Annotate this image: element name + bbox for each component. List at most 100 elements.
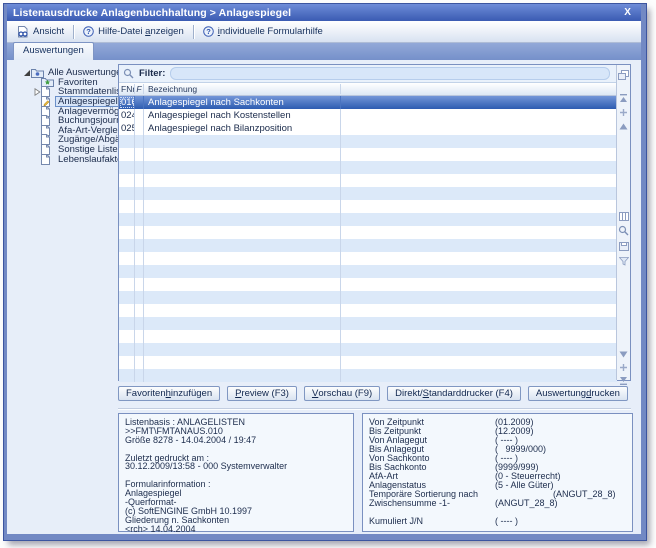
view-icon bbox=[17, 26, 29, 38]
list-info-panel: Listenbasis : ANLAGELISTEN>>FMT\FMTANAUS… bbox=[118, 413, 354, 532]
scroll-bottom-icon[interactable] bbox=[618, 375, 629, 386]
cell-bezeichnung bbox=[144, 252, 341, 265]
cell-fnr bbox=[119, 135, 135, 148]
scroll-top-icon[interactable] bbox=[618, 93, 629, 104]
cell-f bbox=[135, 200, 144, 213]
cell-fnr bbox=[119, 161, 135, 174]
empty-row[interactable] bbox=[119, 265, 617, 278]
cell-fnr bbox=[119, 278, 135, 291]
magnifier-icon[interactable] bbox=[618, 225, 629, 236]
plus-icon[interactable] bbox=[618, 362, 629, 373]
tab-auswertungen[interactable]: Auswertungen bbox=[13, 42, 94, 60]
table-row[interactable]: 024 Anlagespiegel nach Kostenstellen bbox=[119, 109, 617, 122]
empty-row[interactable] bbox=[119, 369, 617, 382]
cell-bezeichnung bbox=[144, 200, 341, 213]
parameter-row: Kumuliert J/N( ---- ) bbox=[369, 517, 626, 526]
grid-side-strip bbox=[616, 65, 630, 380]
column-header-fnr[interactable]: FNr bbox=[119, 84, 135, 94]
cell-fnr bbox=[119, 174, 135, 187]
preview-f3--button[interactable]: Preview (F3) bbox=[227, 386, 297, 401]
empty-row[interactable] bbox=[119, 213, 617, 226]
cell-fnr: 025 bbox=[119, 122, 135, 135]
cell-bezeichnung bbox=[144, 291, 341, 304]
parameter-value: (5 - Alle Güter) bbox=[495, 481, 554, 490]
empty-row[interactable] bbox=[119, 161, 617, 174]
table-row[interactable]: 025 Anlagespiegel nach Bilanzposition bbox=[119, 122, 617, 135]
cell-bezeichnung bbox=[144, 330, 341, 343]
empty-row[interactable] bbox=[119, 317, 617, 330]
plus-icon[interactable] bbox=[618, 107, 629, 118]
cell-f bbox=[135, 161, 144, 174]
empty-row[interactable] bbox=[119, 239, 617, 252]
empty-row[interactable] bbox=[119, 291, 617, 304]
save-icon[interactable] bbox=[618, 241, 629, 252]
column-header-f[interactable]: F bbox=[135, 84, 144, 94]
filter-label: Filter: bbox=[139, 68, 165, 79]
cell-bezeichnung: Anlagespiegel nach Bilanzposition bbox=[144, 122, 341, 135]
empty-row[interactable] bbox=[119, 200, 617, 213]
toolbar-button-individuelle-formularhilfe[interactable]: ?individuelle Formularhilfe bbox=[197, 24, 329, 39]
table-row[interactable]: 010 Anlagespiegel nach Sachkonten bbox=[119, 96, 617, 109]
empty-row[interactable] bbox=[119, 343, 617, 356]
cell-fnr: 010 bbox=[119, 96, 135, 109]
empty-row[interactable] bbox=[119, 330, 617, 343]
folder-settings-icon bbox=[31, 68, 44, 78]
cell-bezeichnung bbox=[144, 356, 341, 369]
columns-view-icon[interactable] bbox=[618, 211, 629, 222]
parameter-value: (ANGUT_28_8) bbox=[553, 490, 616, 499]
tree: Alle AuswertungenFavoritenStammdatenlist… bbox=[23, 68, 121, 164]
cell-bezeichnung bbox=[144, 187, 341, 200]
empty-row[interactable] bbox=[119, 356, 617, 369]
cell-f bbox=[135, 122, 144, 135]
magnifier-icon bbox=[123, 68, 134, 79]
close-button[interactable]: X bbox=[620, 7, 635, 18]
favoriten-hinzuf-gen-button[interactable]: Favoriten hinzufügen bbox=[118, 386, 220, 401]
cell-f bbox=[135, 304, 144, 317]
empty-row[interactable] bbox=[119, 187, 617, 200]
title-bar: Listenausdrucke Anlagenbuchhaltung > Anl… bbox=[7, 4, 641, 21]
cell-fnr bbox=[119, 265, 135, 278]
window-title: Listenausdrucke Anlagenbuchhaltung > Anl… bbox=[13, 7, 291, 19]
scroll-up-icon[interactable] bbox=[618, 121, 629, 132]
empty-row[interactable] bbox=[119, 135, 617, 148]
toolbar-button-label: Hilfe-Datei anzeigen bbox=[98, 26, 184, 37]
cell-f bbox=[135, 226, 144, 239]
grid-header: FNr F Bezeichnung bbox=[119, 83, 617, 96]
column-chooser-icon[interactable] bbox=[618, 69, 629, 80]
column-header-bezeichnung[interactable]: Bezeichnung bbox=[144, 84, 341, 94]
vorschau-f9--button[interactable]: Vorschau (F9) bbox=[304, 386, 380, 401]
direkt-standarddrucker-f4--button[interactable]: Direkt/Standarddrucker (F4) bbox=[387, 386, 521, 401]
expander-closed-icon[interactable] bbox=[33, 88, 41, 96]
auswertung-drucken-button[interactable]: Auswertung drucken bbox=[528, 386, 628, 401]
toolbar-button-hilfe-datei-anzeigen[interactable]: ?Hilfe-Datei anzeigen bbox=[77, 24, 190, 39]
scroll-down-icon[interactable] bbox=[618, 349, 629, 360]
empty-row[interactable] bbox=[119, 278, 617, 291]
empty-row[interactable] bbox=[119, 148, 617, 161]
empty-row[interactable] bbox=[119, 226, 617, 239]
cell-bezeichnung bbox=[144, 239, 341, 252]
empty-row[interactable] bbox=[119, 304, 617, 317]
cell-fnr bbox=[119, 369, 135, 382]
empty-row[interactable] bbox=[119, 174, 617, 187]
cell-bezeichnung: Anlagespiegel nach Sachkonten bbox=[144, 96, 341, 109]
cell-f bbox=[135, 109, 144, 122]
cell-fnr bbox=[119, 330, 135, 343]
cell-fnr bbox=[119, 239, 135, 252]
cell-f bbox=[135, 291, 144, 304]
cell-f bbox=[135, 239, 144, 252]
parameter-label: Kumuliert J/N bbox=[369, 516, 423, 526]
toolbar-button-label: Ansicht bbox=[33, 26, 64, 37]
filter-funnel-icon[interactable] bbox=[618, 256, 629, 267]
parameters-panel: Von Zeitpunkt(01.2009)Bis Zeitpunkt(12.2… bbox=[362, 413, 633, 532]
tree-item-lebenslaufakte[interactable]: Lebenslaufakte bbox=[33, 154, 121, 164]
toolbar-separator bbox=[73, 25, 74, 39]
cell-fnr: 024 bbox=[119, 109, 135, 122]
cell-fnr bbox=[119, 252, 135, 265]
cell-bezeichnung: Anlagespiegel nach Kostenstellen bbox=[144, 109, 341, 122]
empty-row[interactable] bbox=[119, 252, 617, 265]
expander-open-icon[interactable] bbox=[23, 69, 31, 77]
filter-input[interactable] bbox=[170, 67, 610, 80]
toolbar-button-ansicht[interactable]: Ansicht bbox=[11, 24, 70, 40]
parameter-row: Zwischensumme -1-(ANGUT_28_8) bbox=[369, 499, 626, 508]
cell-bezeichnung bbox=[144, 265, 341, 278]
